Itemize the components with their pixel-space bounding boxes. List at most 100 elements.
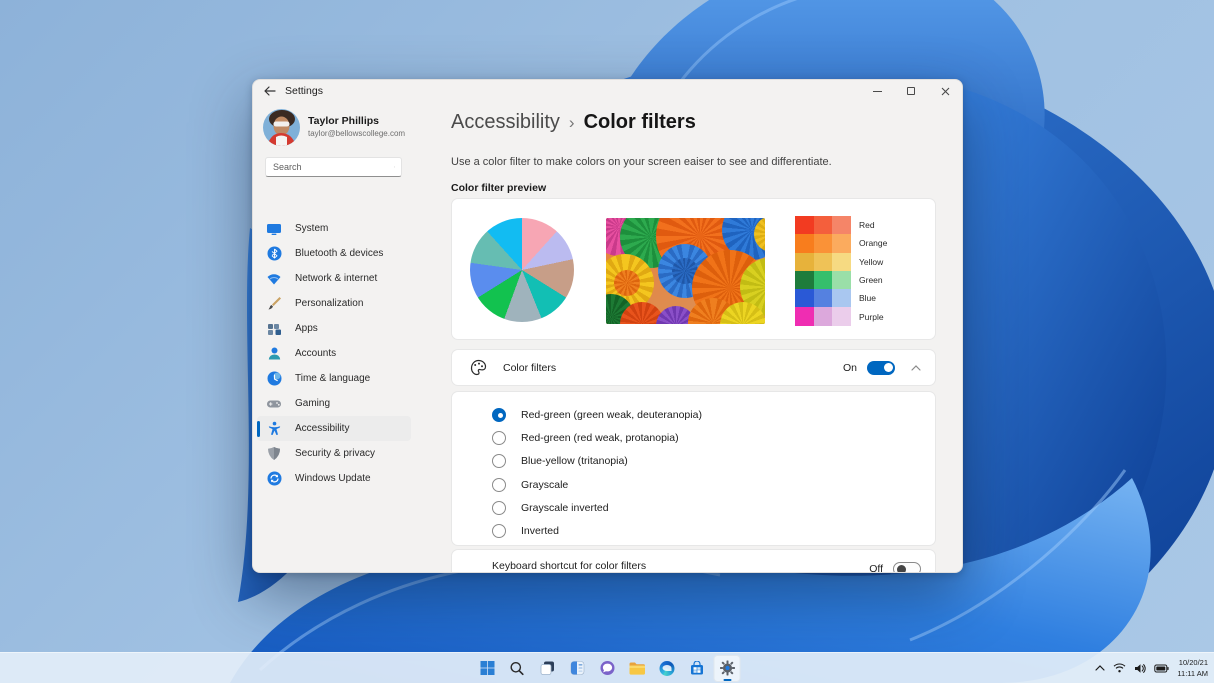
clock-icon xyxy=(266,371,282,387)
radio[interactable] xyxy=(492,477,506,492)
swatch-label: Blue xyxy=(859,293,877,304)
update-icon xyxy=(266,471,282,487)
shield-icon xyxy=(266,446,282,462)
search-box xyxy=(265,157,402,177)
color-filters-toggle[interactable] xyxy=(867,360,895,375)
swatch-cell xyxy=(832,216,851,235)
gamepad-icon xyxy=(266,396,282,412)
sidebar-item-apps[interactable]: Apps xyxy=(257,316,411,341)
back-button[interactable] xyxy=(257,80,283,102)
titlebar: Settings xyxy=(253,80,962,102)
chevron-up-icon[interactable] xyxy=(911,364,921,371)
taskbar-settings-icon[interactable] xyxy=(713,654,741,682)
swatch-cell xyxy=(813,270,833,290)
sidebar-item-security[interactable]: Security & privacy xyxy=(257,441,411,466)
settings-window: Settings Taylor Phillips taylor@bellowsc… xyxy=(252,79,963,573)
swatch-cell xyxy=(832,289,851,308)
radio[interactable] xyxy=(492,454,506,469)
tray-date: 10/20/21 xyxy=(1178,657,1208,667)
sidebar-item-network[interactable]: Network & internet xyxy=(257,266,411,291)
page-title: Color filters xyxy=(583,111,696,133)
option-protanopia[interactable]: Red-green (red weak, protanopia) xyxy=(492,426,935,449)
task-view-icon[interactable] xyxy=(534,655,561,682)
maximize-button[interactable] xyxy=(894,80,928,102)
sidebar-item-personalization[interactable]: Personalization xyxy=(257,291,411,316)
swatch-cell xyxy=(795,234,814,253)
option-deuteranopia[interactable]: Red-green (green weak, deuteranopia) xyxy=(492,403,935,426)
keyboard-shortcut-row: Keyboard shortcut for color filters Pres… xyxy=(451,549,936,573)
sidebar-item-accessibility[interactable]: Accessibility xyxy=(257,416,411,441)
color-filters-label: Color filters xyxy=(503,361,557,374)
swatch-label: Yellow xyxy=(859,256,884,267)
user-name: Taylor Phillips xyxy=(308,115,379,127)
preview-section-label: Color filter preview xyxy=(451,182,547,194)
swatch-label: Purple xyxy=(859,311,884,322)
edge-icon[interactable] xyxy=(654,655,681,682)
color-filters-state: On xyxy=(842,361,857,374)
file-explorer-icon[interactable] xyxy=(624,655,651,682)
swatch-row xyxy=(795,307,851,326)
tray-time: 11:11 AM xyxy=(1177,669,1208,678)
store-icon[interactable] xyxy=(684,655,711,682)
swatch-cell xyxy=(795,270,814,290)
sidebar-item-windows-update[interactable]: Windows Update xyxy=(257,466,411,491)
minimize-button[interactable] xyxy=(860,80,894,102)
swatch-cell xyxy=(832,252,851,271)
filter-options-card: Red-green (green weak, deuteranopia) Red… xyxy=(451,391,936,546)
person-icon xyxy=(266,346,282,362)
swatch-cell xyxy=(795,252,814,271)
tray-clock[interactable]: 10/20/21 11:11 AM xyxy=(1177,657,1208,680)
search-icon xyxy=(394,166,395,168)
sidebar-nav: System Bluetooth & devices Network & int… xyxy=(257,216,411,491)
start-button[interactable] xyxy=(474,655,501,682)
sidebar-item-time-language[interactable]: Time & language xyxy=(257,366,411,391)
tray-wifi-icon[interactable] xyxy=(1113,663,1126,673)
close-button[interactable] xyxy=(928,80,962,102)
swatch-cell xyxy=(813,289,833,308)
keyboard-shortcut-state: Off xyxy=(869,563,883,573)
radio[interactable] xyxy=(492,500,506,515)
user-email: taylor@bellowscollege.com xyxy=(308,129,406,138)
preview-pinwheel-photo xyxy=(606,218,765,324)
taskbar-search-icon[interactable] xyxy=(504,655,531,682)
radio[interactable] xyxy=(492,524,506,539)
swatch-row xyxy=(795,270,851,290)
page-description: Use a color filter to make colors on you… xyxy=(451,156,832,168)
breadcrumb-parent[interactable]: Accessibility xyxy=(451,111,560,134)
option-inverted[interactable]: Inverted xyxy=(492,519,935,542)
option-grayscale-inverted[interactable]: Grayscale inverted xyxy=(492,496,935,519)
radio[interactable] xyxy=(492,430,506,445)
swatch-row xyxy=(795,289,851,308)
radio-selected[interactable] xyxy=(492,407,506,422)
wifi-icon xyxy=(266,271,282,287)
sidebar-item-system[interactable]: System xyxy=(257,216,411,241)
swatch-cell xyxy=(795,216,814,235)
swatch-cell xyxy=(795,289,814,308)
sidebar-item-accounts[interactable]: Accounts xyxy=(257,341,411,366)
option-tritanopia[interactable]: Blue-yellow (tritanopia) xyxy=(492,450,935,473)
swatch-label: Green xyxy=(859,275,883,286)
sidebar: Taylor Phillips taylor@bellowscollege.co… xyxy=(253,102,451,572)
swatch-label: Red xyxy=(859,220,875,231)
chat-icon[interactable] xyxy=(594,655,621,682)
user-profile[interactable]: Taylor Phillips taylor@bellowscollege.co… xyxy=(263,109,405,146)
tray-battery-icon[interactable] xyxy=(1154,664,1170,673)
avatar xyxy=(263,109,300,146)
search-input[interactable] xyxy=(266,162,394,172)
tray-volume-icon[interactable] xyxy=(1134,663,1147,674)
palette-icon xyxy=(470,359,487,376)
swatch-cell xyxy=(832,270,851,290)
sidebar-item-gaming[interactable]: Gaming xyxy=(257,391,411,416)
option-grayscale[interactable]: Grayscale xyxy=(492,473,935,496)
swatch-label: Orange xyxy=(859,238,888,249)
tray-chevron-up-icon[interactable] xyxy=(1095,665,1106,671)
color-filters-row: Color filters On xyxy=(451,349,936,386)
keyboard-shortcut-label: Keyboard shortcut for color filters xyxy=(492,560,647,572)
keyboard-shortcut-toggle[interactable] xyxy=(893,562,921,572)
swatch-row xyxy=(795,234,851,253)
bluetooth-icon xyxy=(266,246,282,262)
sidebar-item-bluetooth[interactable]: Bluetooth & devices xyxy=(257,241,411,266)
taskbar: 10/20/21 11:11 AM xyxy=(0,652,1214,683)
apps-icon xyxy=(266,321,282,337)
widgets-icon[interactable] xyxy=(564,655,591,682)
